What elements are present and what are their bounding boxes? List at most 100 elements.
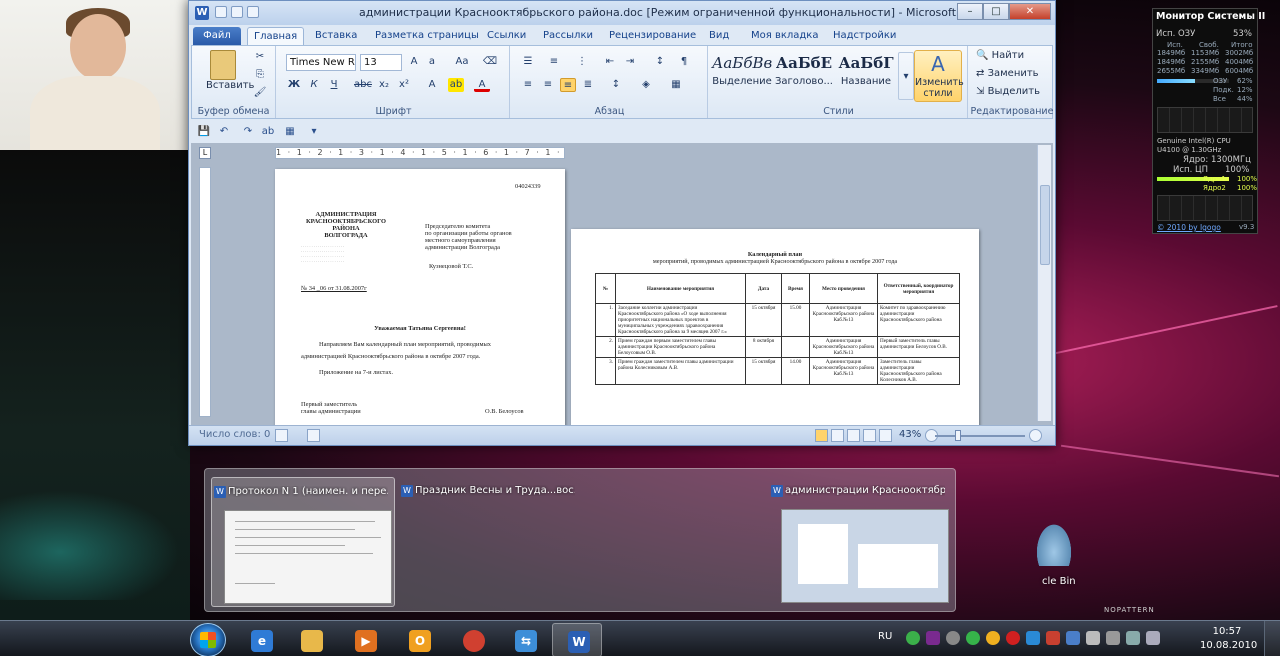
vertical-ruler[interactable] [199, 167, 211, 417]
style-emphasis[interactable]: АаБбВв Выделение [712, 50, 772, 102]
select-button[interactable]: ⇲ Выделить [976, 86, 1040, 97]
styles-more-icon[interactable]: ▾ [898, 52, 914, 100]
bold-icon[interactable]: Ж [286, 78, 302, 92]
skype-tray-icon[interactable] [966, 631, 980, 645]
table-icon[interactable]: ▦ [283, 125, 297, 139]
align-center-icon[interactable]: ≡ [540, 78, 556, 92]
sort-icon[interactable]: ↕ [652, 55, 668, 69]
paste-button[interactable]: Вставить [206, 80, 254, 91]
zoom-in-icon[interactable] [1029, 429, 1042, 442]
tab-file[interactable]: Файл [193, 27, 241, 45]
save-icon[interactable]: 💾 [197, 125, 211, 139]
proofing-icon[interactable] [275, 429, 288, 442]
tab-review[interactable]: Рецензирование [603, 27, 702, 45]
underline-icon[interactable]: Ч [326, 78, 342, 92]
network-tray-icon[interactable] [906, 631, 920, 645]
undo-icon[interactable] [231, 6, 243, 18]
minimize-button[interactable]: – [957, 3, 983, 20]
taskbar-app-switcher[interactable]: ⇆ [500, 623, 550, 656]
copy-icon[interactable]: ⎘ [252, 68, 268, 82]
window-thumbnail[interactable]: W Протокол N 1 (наимен. и пере... [211, 477, 395, 607]
line-spacing-icon[interactable]: ↕ [608, 78, 624, 92]
draft-icon[interactable] [879, 429, 892, 442]
tab-insert[interactable]: Вставка [309, 27, 363, 45]
grow-font-icon[interactable]: A [406, 55, 422, 69]
tab-home[interactable]: Главная [247, 27, 305, 45]
change-styles-button[interactable]: A Изменить стили [914, 50, 964, 102]
document-page-plan[interactable]: Календарный план мероприятий, проводимых… [571, 229, 979, 425]
bluetooth-tray-icon[interactable] [1066, 631, 1080, 645]
redo-icon[interactable] [247, 6, 259, 18]
maximize-button[interactable]: □ [983, 3, 1009, 20]
network-signal-icon[interactable] [1126, 631, 1140, 645]
taskbar-app-outlook[interactable]: O [394, 623, 444, 656]
tab-addins[interactable]: Надстройки [827, 27, 902, 45]
document-area[interactable]: L 1 · 1 · 2 · 1 · 3 · 1 · 4 · 1 · 5 · 1 … [191, 143, 1053, 425]
plan-table[interactable]: № Наименование мероприятия Дата Время Ме… [595, 273, 960, 385]
numbering-icon[interactable]: ≡ [546, 55, 562, 69]
tab-view[interactable]: Вид [703, 27, 735, 45]
redo-icon[interactable]: ↷ [241, 125, 255, 139]
style-heading[interactable]: АаБбЕ Заголово... [774, 50, 834, 102]
start-button[interactable] [190, 623, 226, 656]
word-titlebar[interactable]: W администрации Красноoктябрьского район… [189, 1, 1055, 25]
window-thumbnail[interactable]: W администрации Краснооктябр... [769, 477, 953, 607]
tab-mailings[interactable]: Рассылки [537, 27, 599, 45]
tab-my-tab[interactable]: Моя вкладка [745, 27, 824, 45]
gadget-copyright-link[interactable]: © 2010 by Igogo [1157, 223, 1221, 232]
cut-icon[interactable]: ✂ [252, 50, 268, 64]
onenote-tray-icon[interactable] [926, 631, 940, 645]
taskbar-app-word[interactable]: W [552, 623, 602, 656]
align-left-icon[interactable]: ≡ [520, 78, 536, 92]
taskbar-clock[interactable]: 10:57 10.08.2010 [1200, 625, 1257, 653]
outline-icon[interactable] [863, 429, 876, 442]
taskbar-app-media[interactable]: ▶ [340, 623, 390, 656]
recycle-bin-icon[interactable] [1034, 520, 1074, 566]
justify-icon[interactable]: ≣ [580, 78, 596, 92]
taskbar-app-explorer[interactable] [286, 623, 336, 656]
multilevel-list-icon[interactable]: ⋮ [574, 55, 590, 69]
decrease-indent-icon[interactable]: ⇤ [602, 55, 618, 69]
document-page-letter[interactable]: 04024339 АДМИНИСТРАЦИЯ КРАСНООКТЯБРЬСКОГ… [275, 169, 565, 425]
borders-icon[interactable]: ▦ [668, 78, 684, 92]
font-color-icon[interactable]: A [474, 78, 490, 92]
subscript-icon[interactable]: x₂ [376, 78, 392, 92]
superscript-icon[interactable]: x² [396, 78, 412, 92]
taskbar-app-ie[interactable]: e [236, 623, 286, 656]
paste-icon[interactable] [210, 50, 236, 80]
vertical-scrollbar[interactable] [1037, 145, 1051, 421]
recycle-bin-label[interactable]: cle Bin [1042, 576, 1076, 587]
find-button[interactable]: 🔍 Найти [976, 50, 1024, 61]
show-desktop-button[interactable] [1264, 621, 1280, 656]
macro-record-icon[interactable] [307, 429, 320, 442]
format-painter-icon[interactable]: 🖌 [252, 86, 268, 100]
change-case-icon[interactable]: Aa [454, 55, 470, 69]
web-layout-icon[interactable] [847, 429, 860, 442]
close-button[interactable]: ✕ [1009, 3, 1051, 20]
shading-icon[interactable]: ◈ [638, 78, 654, 92]
shrink-font-icon[interactable]: a [424, 55, 440, 69]
opera-tray-icon[interactable] [1006, 631, 1020, 645]
spelling-icon[interactable]: ab [261, 125, 275, 139]
settings-tray-icon[interactable] [946, 631, 960, 645]
strikethrough-icon[interactable]: abc [354, 78, 372, 92]
zoom-level[interactable]: 43% [899, 429, 921, 440]
highlight-icon[interactable]: ab [448, 78, 464, 92]
save-icon[interactable] [215, 6, 227, 18]
flag-tray-icon[interactable] [1026, 631, 1040, 645]
style-title[interactable]: АаБбГ Название [836, 50, 896, 102]
pilcrow-icon[interactable]: ¶ [676, 55, 692, 69]
full-screen-reading-icon[interactable] [831, 429, 844, 442]
increase-indent-icon[interactable]: ⇥ [622, 55, 638, 69]
clear-format-icon[interactable]: ⌫ [482, 55, 498, 69]
bullets-icon[interactable]: ☰ [520, 55, 536, 69]
display-tray-icon[interactable] [1086, 631, 1100, 645]
undo-icon[interactable]: ↶ [217, 125, 231, 139]
align-right-icon[interactable]: ≡ [560, 78, 576, 92]
print-layout-icon[interactable] [815, 429, 828, 442]
word-app-icon[interactable]: W [195, 6, 209, 20]
zoom-slider[interactable] [935, 435, 1025, 437]
zoom-slider-knob[interactable] [955, 430, 961, 441]
horizontal-ruler[interactable]: 1 · 1 · 2 · 1 · 3 · 1 · 4 · 1 · 5 · 1 · … [275, 147, 565, 159]
tab-selector[interactable]: L [199, 147, 211, 159]
